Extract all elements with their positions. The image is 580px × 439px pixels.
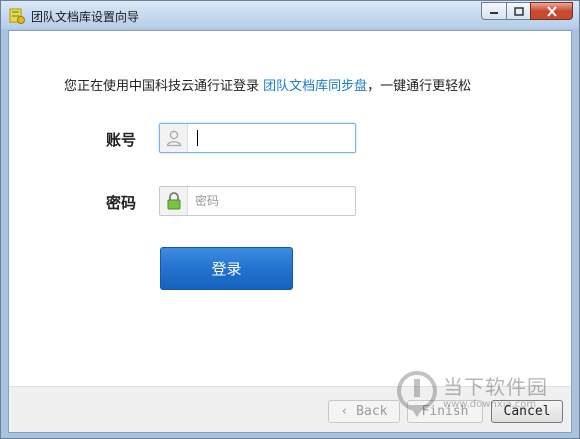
wizard-window: 团队文档库设置向导 您正在使用中国科技云通行证登录 团队文档库同步盘，一键通行更…	[0, 0, 580, 439]
text-caret	[197, 130, 198, 146]
wizard-content: 您正在使用中国科技云通行证登录 团队文档库同步盘，一键通行更轻松 账号 密码 登…	[8, 30, 572, 433]
close-button[interactable]	[530, 2, 573, 20]
intro-suffix: ，一键通行更轻松	[367, 79, 472, 94]
watermark-logo-icon	[397, 371, 437, 417]
product-link[interactable]: 团队文档库同步盘	[263, 79, 367, 94]
title-bar[interactable]: 团队文档库设置向导	[1, 1, 579, 29]
minimize-icon	[490, 12, 498, 14]
window-controls	[481, 2, 573, 21]
account-label: 账号	[106, 131, 137, 149]
back-button[interactable]: ‹ Back	[328, 400, 400, 423]
password-field	[159, 186, 356, 216]
close-icon	[546, 5, 557, 17]
maximize-button[interactable]	[506, 2, 530, 20]
intro-text: 您正在使用中国科技云通行证登录 团队文档库同步盘，一键通行更轻松	[64, 75, 471, 94]
account-field	[159, 123, 356, 153]
app-icon	[9, 8, 25, 24]
user-icon	[160, 124, 188, 152]
password-input[interactable]	[189, 187, 355, 215]
watermark-text: 当下软件园	[443, 375, 548, 399]
watermark: 当下软件园 www.downxia.com	[395, 365, 565, 425]
minimize-button[interactable]	[481, 2, 506, 20]
lock-icon	[160, 187, 188, 215]
intro-prefix: 您正在使用中国科技云通行证登录	[64, 79, 264, 94]
login-button[interactable]: 登录	[160, 247, 293, 290]
watermark-url: www.downxia.com	[443, 399, 537, 410]
maximize-icon	[513, 6, 524, 16]
window-title: 团队文档库设置向导	[31, 10, 140, 24]
password-label: 密码	[106, 194, 137, 212]
account-input[interactable]	[189, 124, 355, 152]
